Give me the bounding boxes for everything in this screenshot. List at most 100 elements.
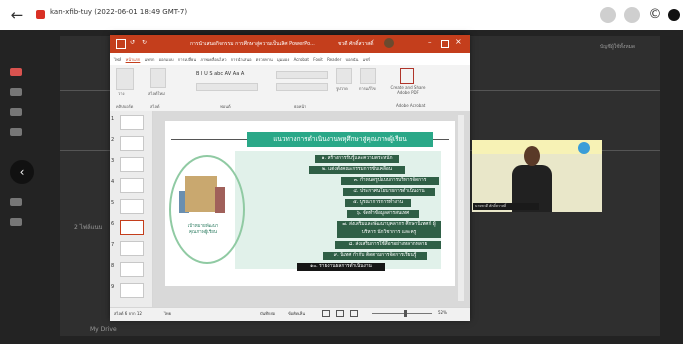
- language-indicator: ไทย: [164, 311, 171, 316]
- menu-file[interactable]: ไฟล์: [114, 57, 121, 62]
- edit-label: การแก้ไข: [359, 86, 376, 91]
- slide-left-label: เป้าหมายพัฒนาคุณภาพผู้เรียน: [187, 224, 219, 235]
- alignment-controls[interactable]: [276, 83, 328, 91]
- back-arrow-icon[interactable]: ←: [8, 6, 26, 24]
- share-icon[interactable]: ©: [646, 6, 664, 24]
- menu-review[interactable]: ตรวจทาน: [256, 57, 273, 62]
- zoom-slider[interactable]: [372, 313, 432, 314]
- paragraph-controls[interactable]: [276, 71, 328, 79]
- comments-button[interactable]: ข้อคิดเห็น: [288, 310, 305, 317]
- paste-label: วาง: [118, 91, 125, 96]
- font-controls[interactable]: [196, 83, 258, 91]
- thumb-number: 6: [111, 221, 115, 227]
- menu-design[interactable]: ออกแบบ: [159, 57, 174, 62]
- presenter-head: [524, 146, 540, 166]
- slide-thumbnail[interactable]: [120, 136, 144, 151]
- background-label: บัญชีผู้ใช้ทั้งหมด: [600, 44, 636, 50]
- drawing-label: รูปวาด: [336, 86, 348, 91]
- menu-home[interactable]: หน้าแรก: [126, 57, 141, 62]
- thumb-number: 2: [111, 137, 115, 143]
- font-format-buttons[interactable]: B I U S abc AV Aa A: [196, 71, 244, 77]
- new-slide-label: สไลด์ใหม่: [148, 91, 165, 96]
- meeting-title: kan-xfib-tuy (2022-06-01 18:49 GMT-7): [50, 8, 188, 16]
- slide-item: ๗. ส่งเสริมและพัฒนาบุคลากร ศึกษานิเทศก์ …: [337, 221, 441, 238]
- maximize-icon[interactable]: [441, 40, 449, 48]
- slide-thumbnail-pane: 1 2 3 4 5 6 7 8 9: [110, 111, 153, 307]
- background-sidebar-icon: [10, 68, 22, 76]
- create-pdf-label: Create and Share Adobe PDF: [390, 85, 426, 95]
- thumb-number: 1: [111, 116, 115, 122]
- thumb-number: 4: [111, 179, 115, 185]
- slide-rule-right: [433, 139, 449, 140]
- minimize-icon[interactable]: –: [428, 38, 432, 46]
- more-menu-icon[interactable]: [668, 9, 680, 21]
- slide-thumbnail[interactable]: [120, 115, 144, 130]
- slide-thumbnail[interactable]: [120, 283, 144, 298]
- settings-icon[interactable]: [600, 7, 616, 23]
- ppt-menu-items: ไฟล์ หน้าแรก แทรก ออกแบบ การเปลี่ยน ภาพเ…: [114, 56, 370, 63]
- slide-canvas[interactable]: เป้าหมายพัฒนาคุณภาพผู้เรียน แนวทางการดำเ…: [165, 121, 455, 286]
- redo-icon[interactable]: ↻: [142, 39, 147, 46]
- slide-item: ๓. กำหนดรูปแบบการบริหารจัดการ: [341, 177, 439, 185]
- webcam-logo-icon: [578, 142, 590, 154]
- building-illustration: [215, 187, 225, 213]
- ribbon-group-clipboard: คลิปบอร์ด: [116, 104, 134, 109]
- ppt-user-name: ชวดี ศักดิ์สวาสดิ์: [338, 41, 374, 47]
- menu-slideshow[interactable]: การนำเสนอ: [231, 57, 252, 62]
- thumb-number: 5: [111, 200, 115, 206]
- ppt-document-title: การนำเสนอกิจกรรม การศึกษาสู่ความเป็นเลิศ…: [190, 41, 315, 47]
- recording-icon: [36, 10, 45, 19]
- reading-view-icon[interactable]: [350, 310, 358, 317]
- thumb-number: 9: [111, 284, 115, 290]
- zoom-slider-handle[interactable]: [404, 310, 407, 317]
- menu-share[interactable]: แชร์: [363, 57, 370, 62]
- zoom-level: 52%: [438, 310, 447, 315]
- slide-thumbnail[interactable]: [120, 262, 144, 277]
- background-label: 2 ไฟล์แนบ: [74, 224, 103, 231]
- save-icon[interactable]: [116, 39, 126, 49]
- background-sidebar-icon: [10, 108, 22, 116]
- drawing-icon[interactable]: [336, 68, 352, 84]
- slide-item: ๙. นิเทศ กำกับ ติดตามการจัดการเรียนรู้: [323, 252, 427, 260]
- edit-icon[interactable]: [360, 68, 376, 84]
- menu-tell-me[interactable]: บอกฉัน: [346, 57, 359, 62]
- powerpoint-window: ↺ ↻ การนำเสนอกิจกรรม การศึกษาสู่ความเป็น…: [110, 35, 470, 321]
- menu-acrobat[interactable]: Acrobat: [294, 57, 309, 62]
- building-illustration: [185, 176, 217, 212]
- menu-view[interactable]: มุมมอง: [277, 57, 289, 62]
- menu-animations[interactable]: ภาพเคลื่อนไหว: [200, 57, 226, 62]
- slide-item: ๑. สร้างการรับรู้และความตระหนัก: [315, 155, 399, 163]
- menu-transitions[interactable]: การเปลี่ยน: [178, 57, 196, 62]
- thumb-number: 3: [111, 158, 115, 164]
- slide-item: ๔. ประกาศนโยบายการดำเนินงาน: [343, 188, 435, 196]
- undo-icon[interactable]: ↺: [130, 39, 135, 46]
- paste-icon[interactable]: [116, 68, 134, 90]
- notes-button[interactable]: บันทึกย่อ: [260, 310, 275, 317]
- normal-view-icon[interactable]: [322, 310, 330, 317]
- slide-item: ๒. แต่งตั้งคณะกรรมการขับเคลื่อน: [309, 166, 405, 174]
- slide-thumbnail-active[interactable]: [120, 220, 144, 235]
- user-avatar: [384, 38, 394, 48]
- background-label: My Drive: [90, 326, 117, 333]
- slide-thumbnail[interactable]: [120, 199, 144, 214]
- profile-icon[interactable]: [624, 7, 640, 23]
- slide-thumbnail[interactable]: [120, 157, 144, 172]
- pdf-icon[interactable]: [400, 68, 414, 84]
- slide-item: ๕. บูรณาการการทำงาน: [345, 199, 411, 207]
- background-sidebar-icon: [10, 218, 22, 226]
- new-slide-icon[interactable]: [150, 68, 166, 88]
- slide-rule-left: [171, 139, 247, 140]
- close-icon[interactable]: ×: [455, 37, 462, 46]
- menu-foxit[interactable]: Foxit Reader: [313, 57, 341, 62]
- slide-thumbnail[interactable]: [120, 178, 144, 193]
- thumb-number: 8: [111, 263, 115, 269]
- vertical-scrollbar[interactable]: [458, 115, 464, 301]
- background-sidebar-icon: [10, 128, 22, 136]
- slide-item: ๖. จัดทำข้อมูลสารสนเทศ: [347, 210, 419, 218]
- slide-sorter-icon[interactable]: [336, 310, 344, 317]
- ribbon-group-slides: สไลด์: [150, 104, 160, 109]
- menu-insert[interactable]: แทรก: [145, 57, 155, 62]
- ribbon-group-acrobat: Adobe Acrobat: [396, 103, 426, 108]
- previous-icon[interactable]: ‹: [10, 160, 34, 184]
- slide-thumbnail[interactable]: [120, 241, 144, 256]
